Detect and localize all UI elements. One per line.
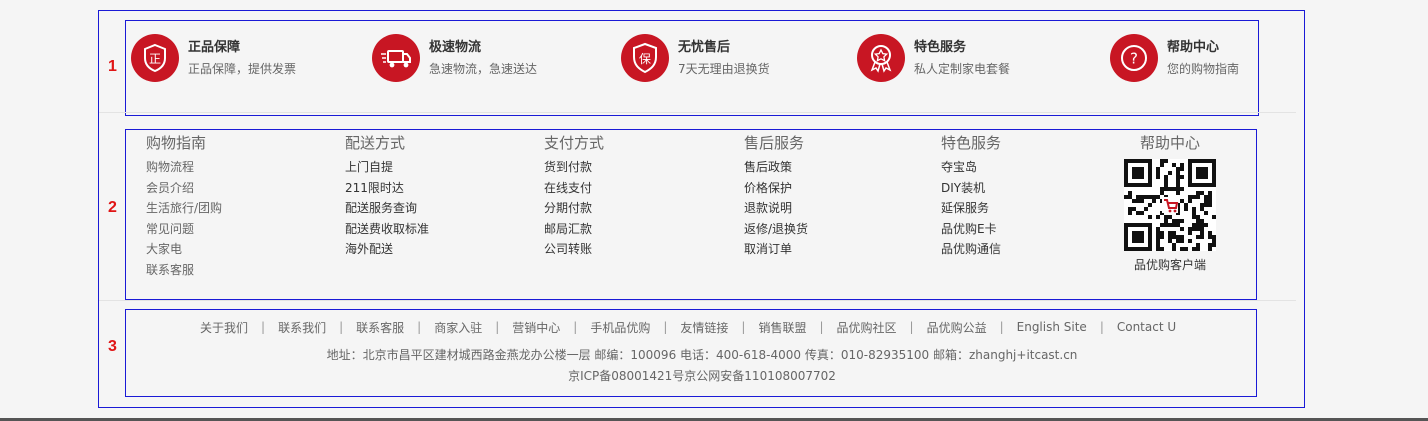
footer-nav-link[interactable]: 销售联盟 <box>758 319 806 336</box>
footer-nav-link[interactable]: English Site <box>1017 320 1087 334</box>
delivery-truck-icon <box>372 34 420 82</box>
links-region-frame <box>125 129 1257 300</box>
footer-link[interactable]: 会员介绍 <box>146 178 222 199</box>
column-title: 特色服务 <box>941 134 1002 152</box>
footer-link[interactable]: 上门自提 <box>345 157 429 178</box>
footer-nav-link[interactable]: 商家入驻 <box>434 319 482 336</box>
column-title: 配送方式 <box>345 134 406 152</box>
footer-link[interactable]: 退款说明 <box>744 198 808 219</box>
nav-separator: | <box>663 320 668 334</box>
footer-link[interactable]: 邮局汇款 <box>544 219 604 240</box>
footer-link[interactable]: 取消订单 <box>744 239 808 260</box>
column-title: 购物指南 <box>146 134 207 152</box>
qr-caption: 品优购客户端 <box>1133 258 1206 272</box>
nav-separator: | <box>909 320 914 334</box>
footer-link[interactable]: 大家电 <box>146 239 222 260</box>
nav-separator: | <box>339 320 344 334</box>
question-icon: ? <box>1110 34 1158 82</box>
divider <box>99 300 1296 301</box>
footer-nav-link[interactable]: Contact U <box>1117 320 1176 334</box>
footer-link[interactable]: 联系客服 <box>146 260 222 281</box>
promise-subtitle: 私人定制家电套餐 <box>914 61 1011 76</box>
footer-link[interactable]: 在线支付 <box>544 178 604 199</box>
nav-separator: | <box>999 320 1004 334</box>
authentic-icon: 正 <box>131 34 179 82</box>
qr-code-icon[interactable] <box>1124 159 1216 251</box>
footer-link[interactable]: 海外配送 <box>345 239 429 260</box>
svg-text:?: ? <box>1130 50 1138 68</box>
footer-nav-link[interactable]: 品优购社区 <box>837 319 897 336</box>
footer-link[interactable]: 分期付款 <box>544 198 604 219</box>
column-special-service: 特色服务 夺宝岛 DIY装机 延保服务 品优购E卡 品优购通信 <box>941 132 1001 260</box>
nav-separator: | <box>741 320 746 334</box>
promise-subtitle: 急速物流，急速送达 <box>429 61 538 76</box>
footer-nav-link[interactable]: 友情链接 <box>680 319 728 336</box>
footer-link[interactable]: 常见问题 <box>146 219 222 240</box>
nav-separator: | <box>261 320 266 334</box>
column-title: 帮助中心 <box>1139 134 1200 152</box>
divider <box>99 112 1296 113</box>
promise-subtitle: 7天无理由退换货 <box>678 61 770 76</box>
column-delivery: 配送方式 上门自提 211限时达 配送服务查询 配送费收取标准 海外配送 <box>345 132 429 260</box>
column-help-center: 帮助中心 品优购客户端 <box>1110 132 1230 273</box>
nav-separator: | <box>573 320 578 334</box>
promise-title: 正品保障 <box>188 39 241 55</box>
address-line: 地址：北京市昌平区建材城西路金燕龙办公楼一层 邮编：100096 电话：400-… <box>326 348 1078 362</box>
column-after-sales: 售后服务 售后政策 价格保护 退款说明 返修/退换货 取消订单 <box>744 132 808 260</box>
footer-link[interactable]: DIY装机 <box>941 178 1001 199</box>
promise-fast-delivery[interactable]: 极速物流 急速物流，急速送达 <box>372 32 537 84</box>
nav-separator: | <box>819 320 824 334</box>
promise-help-center[interactable]: ? 帮助中心 您的购物指南 <box>1110 32 1239 84</box>
award-badge-icon <box>857 34 905 82</box>
region-marker-2: 2 <box>108 199 117 216</box>
promise-special-service[interactable]: 特色服务 私人定制家电套餐 <box>857 32 1010 84</box>
footer-link[interactable]: 品优购通信 <box>941 239 1001 260</box>
footer-link[interactable]: 延保服务 <box>941 198 1001 219</box>
footer-nav-link[interactable]: 营销中心 <box>512 319 560 336</box>
footer-nav: 关于我们 | 联系我们 | 联系客服 | 商家入驻 | 营销中心 | 手机品优购 | 友情链接 | 销售联盟… <box>200 318 1200 336</box>
svg-text:正: 正 <box>149 52 161 66</box>
footer-link[interactable]: 售后政策 <box>744 157 808 178</box>
promise-subtitle: 您的购物指南 <box>1167 61 1240 76</box>
footer-link[interactable]: 夺宝岛 <box>941 157 1001 178</box>
footer-nav-link[interactable]: 联系我们 <box>278 319 326 336</box>
nav-separator: | <box>1099 320 1104 334</box>
footer-nav-link[interactable]: 手机品优购 <box>590 319 650 336</box>
footer-link[interactable]: 返修/退换货 <box>744 219 808 240</box>
promise-title: 极速物流 <box>429 39 482 55</box>
promise-subtitle: 正品保障，提供发票 <box>188 61 297 76</box>
svg-text:保: 保 <box>639 52 651 66</box>
column-title: 售后服务 <box>744 134 805 152</box>
promise-after-sales[interactable]: 保 无忧售后 7天无理由退换货 <box>621 32 770 84</box>
nav-separator: | <box>495 320 500 334</box>
footer-nav-link[interactable]: 品优购公益 <box>927 319 987 336</box>
footer-nav-link[interactable]: 联系客服 <box>356 319 404 336</box>
icp-line: 京ICP备08001421号京公网安备110108007702 <box>568 369 836 383</box>
column-payment: 支付方式 货到付款 在线支付 分期付款 邮局汇款 公司转账 <box>544 132 604 260</box>
footer-link[interactable]: 公司转账 <box>544 239 604 260</box>
footer-link[interactable]: 生活旅行/团购 <box>146 198 222 219</box>
promise-title: 无忧售后 <box>678 39 731 55</box>
footer-link[interactable]: 价格保护 <box>744 178 808 199</box>
column-title: 支付方式 <box>544 134 605 152</box>
footer-link[interactable]: 货到付款 <box>544 157 604 178</box>
promise-title: 帮助中心 <box>1167 39 1220 55</box>
shield-icon: 保 <box>621 34 669 82</box>
region-marker-1: 1 <box>108 58 117 75</box>
footer-link[interactable]: 品优购E卡 <box>941 219 1001 240</box>
promise-authentic[interactable]: 正 正品保障 正品保障，提供发票 <box>131 32 296 84</box>
footer-nav-link[interactable]: 关于我们 <box>200 319 248 336</box>
footer-link[interactable]: 配送费收取标准 <box>345 219 429 240</box>
column-shopping-guide: 购物指南 购物流程 会员介绍 生活旅行/团购 常见问题 大家电 联系客服 <box>146 132 222 280</box>
footer-link[interactable]: 购物流程 <box>146 157 222 178</box>
footer-link[interactable]: 配送服务查询 <box>345 198 429 219</box>
footer-link[interactable]: 211限时达 <box>345 178 429 199</box>
promise-title: 特色服务 <box>914 39 967 55</box>
nav-separator: | <box>417 320 422 334</box>
